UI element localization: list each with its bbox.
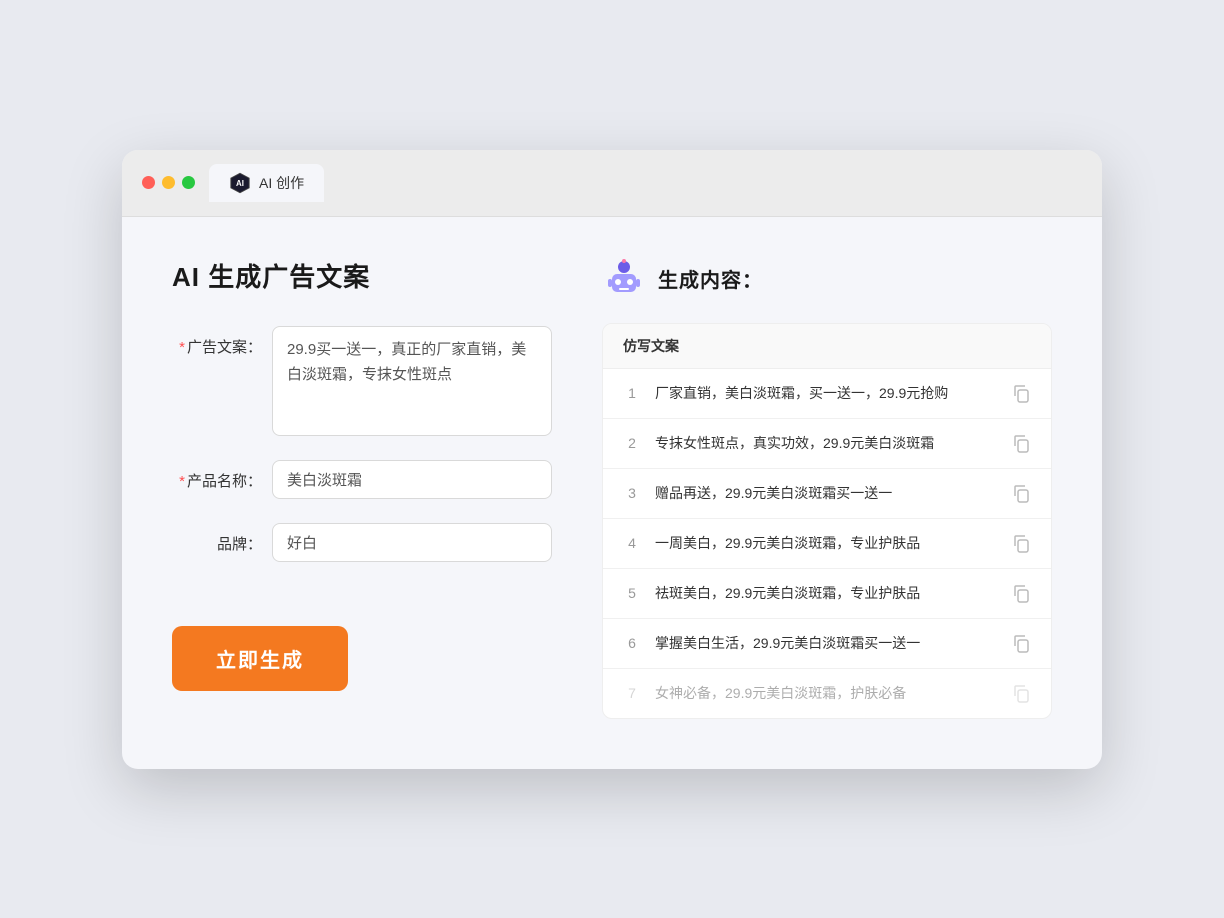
row-number: 1 — [623, 385, 641, 401]
browser-content: AI 生成广告文案 *广告文案： 29.9买一送一，真正的厂家直销，美白淡斑霜，… — [122, 217, 1102, 769]
table-row: 1 厂家直销，美白淡斑霜，买一送一，29.9元抢购 — [603, 369, 1051, 419]
product-name-label: *产品名称： — [172, 460, 262, 491]
traffic-lights — [142, 176, 195, 189]
row-number: 3 — [623, 485, 641, 501]
generate-button[interactable]: 立即生成 — [172, 626, 348, 691]
row-text: 赠品再送，29.9元美白淡斑霜买一送一 — [655, 483, 997, 504]
row-text: 专抹女性斑点，真实功效，29.9元美白淡斑霜 — [655, 433, 997, 454]
left-panel: AI 生成广告文案 *广告文案： 29.9买一送一，真正的厂家直销，美白淡斑霜，… — [172, 257, 552, 719]
row-number: 2 — [623, 435, 641, 451]
row-text: 一周美白，29.9元美白淡斑霜，专业护肤品 — [655, 533, 997, 554]
browser-window: AI AI 创作 AI 生成广告文案 *广告文案： 29.9买一送一，真正的厂家… — [122, 150, 1102, 769]
result-header: 生成内容： — [602, 257, 1052, 301]
required-star-2: * — [179, 473, 185, 490]
result-title: 生成内容： — [658, 264, 763, 293]
robot-icon — [602, 257, 646, 301]
browser-titlebar: AI AI 创作 — [122, 150, 1102, 217]
product-name-row: *产品名称： — [172, 460, 552, 499]
row-number: 5 — [623, 585, 641, 601]
results-table: 仿写文案 1 厂家直销，美白淡斑霜，买一送一，29.9元抢购 2 专抹女性斑点，… — [602, 323, 1052, 719]
ai-tab-icon: AI — [229, 172, 251, 194]
row-text: 女神必备，29.9元美白淡斑霜，护肤必备 — [655, 683, 997, 704]
row-text: 掌握美白生活，29.9元美白淡斑霜买一送一 — [655, 633, 997, 654]
table-row: 3 赠品再送，29.9元美白淡斑霜买一送一 — [603, 469, 1051, 519]
browser-tab[interactable]: AI AI 创作 — [209, 164, 324, 202]
svg-text:AI: AI — [236, 179, 244, 188]
copy-icon[interactable] — [1011, 683, 1031, 703]
row-number: 7 — [623, 685, 641, 701]
traffic-light-green[interactable] — [182, 176, 195, 189]
table-row: 7 女神必备，29.9元美白淡斑霜，护肤必备 — [603, 669, 1051, 718]
table-row: 5 祛斑美白，29.9元美白淡斑霜，专业护肤品 — [603, 569, 1051, 619]
row-number: 6 — [623, 635, 641, 651]
row-text: 祛斑美白，29.9元美白淡斑霜，专业护肤品 — [655, 583, 997, 604]
required-star-1: * — [179, 339, 185, 356]
table-row: 6 掌握美白生活，29.9元美白淡斑霜买一送一 — [603, 619, 1051, 669]
brand-input[interactable] — [272, 523, 552, 562]
tab-label: AI 创作 — [259, 173, 304, 193]
row-text: 厂家直销，美白淡斑霜，买一送一，29.9元抢购 — [655, 383, 997, 404]
table-row: 2 专抹女性斑点，真实功效，29.9元美白淡斑霜 — [603, 419, 1051, 469]
row-number: 4 — [623, 535, 641, 551]
copy-icon[interactable] — [1011, 483, 1031, 503]
product-name-input[interactable] — [272, 460, 552, 499]
copy-icon[interactable] — [1011, 433, 1031, 453]
traffic-light-red[interactable] — [142, 176, 155, 189]
traffic-light-yellow[interactable] — [162, 176, 175, 189]
ad-copy-label: *广告文案： — [172, 326, 262, 357]
ad-copy-input[interactable]: 29.9买一送一，真正的厂家直销，美白淡斑霜，专抹女性斑点 — [272, 326, 552, 436]
right-panel: 生成内容： 仿写文案 1 厂家直销，美白淡斑霜，买一送一，29.9元抢购 2 专… — [602, 257, 1052, 719]
copy-icon[interactable] — [1011, 383, 1031, 403]
copy-icon[interactable] — [1011, 633, 1031, 653]
brand-row: 品牌： — [172, 523, 552, 562]
page-title: AI 生成广告文案 — [172, 257, 552, 294]
table-header: 仿写文案 — [603, 324, 1051, 369]
ad-copy-row: *广告文案： 29.9买一送一，真正的厂家直销，美白淡斑霜，专抹女性斑点 — [172, 326, 552, 436]
table-row: 4 一周美白，29.9元美白淡斑霜，专业护肤品 — [603, 519, 1051, 569]
copy-icon[interactable] — [1011, 583, 1031, 603]
brand-label: 品牌： — [172, 523, 262, 554]
copy-icon[interactable] — [1011, 533, 1031, 553]
